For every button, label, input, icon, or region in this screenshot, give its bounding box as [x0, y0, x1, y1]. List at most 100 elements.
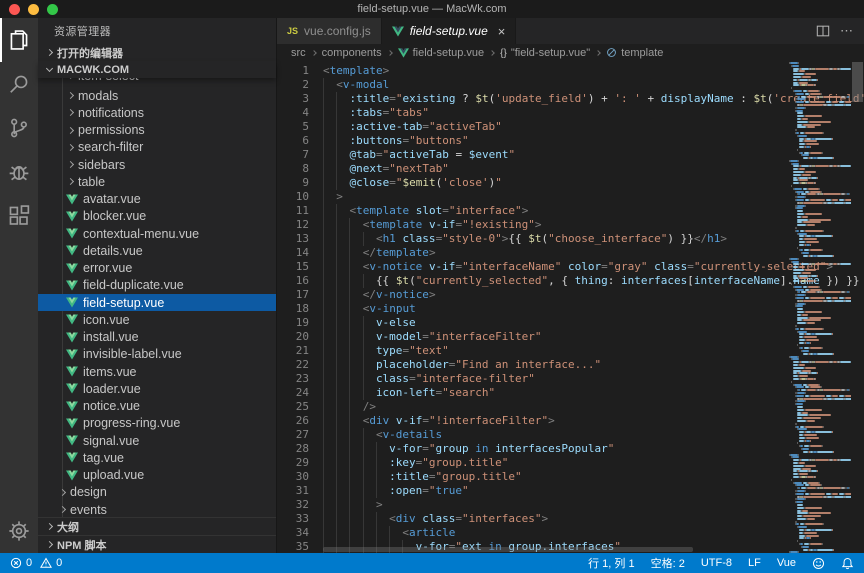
code-line[interactable]: v-model="interfaceFilter" — [323, 330, 864, 344]
code-line[interactable]: :buttons="buttons" — [323, 134, 864, 148]
code-line[interactable]: v-else — [323, 316, 864, 330]
code-line[interactable]: type="text" — [323, 344, 864, 358]
code-line[interactable]: <h1 class="style-0">{{ $t("choose_interf… — [323, 232, 864, 246]
tree-item-error-vue[interactable]: error.vue — [38, 260, 276, 277]
tab-label: field-setup.vue — [410, 24, 488, 38]
outline-section[interactable]: 大纲 — [38, 517, 276, 535]
tree-item-progress-ring-vue[interactable]: progress-ring.vue — [38, 415, 276, 432]
explorer-icon[interactable] — [0, 18, 38, 62]
breadcrumb-src[interactable]: src — [291, 47, 306, 59]
language-mode[interactable]: Vue — [777, 557, 796, 569]
zoom-window-button[interactable] — [47, 4, 58, 15]
code-line[interactable]: <template slot="interface"> — [323, 204, 864, 218]
breadcrumb-template[interactable]: template — [621, 47, 663, 59]
tree-item-field-setup-vue[interactable]: field-setup.vue — [38, 294, 276, 311]
code-area[interactable]: <template><v-modal:title="existing ? $t(… — [323, 62, 864, 553]
code-line[interactable]: placeholder="Find an interface..." — [323, 358, 864, 372]
code-line[interactable]: icon-left="search" — [323, 386, 864, 400]
vertical-scrollbar[interactable] — [851, 62, 864, 553]
npm-scripts-section[interactable]: NPM 脚本 — [38, 535, 276, 553]
code-line[interactable]: > — [323, 190, 864, 204]
debug-icon[interactable] — [0, 150, 38, 194]
code-line[interactable]: {{ $t("currently_selected", { thing: int… — [323, 274, 864, 288]
code-line[interactable]: <div v-if="!interfaceFilter"> — [323, 414, 864, 428]
encoding[interactable]: UTF-8 — [701, 557, 732, 569]
code-line[interactable]: /> — [323, 400, 864, 414]
project-section-header[interactable]: MACWK.COM — [38, 61, 276, 78]
indentation[interactable]: 空格: 2 — [651, 555, 685, 571]
tab-field-setup-vue[interactable]: field-setup.vue × — [382, 18, 517, 44]
code-line[interactable]: :open="true" — [323, 484, 864, 498]
source-control-icon[interactable] — [0, 106, 38, 150]
close-window-button[interactable] — [9, 4, 20, 15]
tree-item-table[interactable]: table — [38, 173, 276, 190]
tab-vue-config-js[interactable]: JS vue.config.js — [277, 18, 382, 44]
code-line[interactable]: <v-notice v-if="interfaceName" color="gr… — [323, 260, 864, 274]
breadcrumb-components[interactable]: components — [322, 47, 382, 59]
code-line[interactable]: v-for="group in interfacesPopular" — [323, 442, 864, 456]
tree-item-loader-vue[interactable]: loader.vue — [38, 380, 276, 397]
extensions-icon[interactable] — [0, 194, 38, 238]
eol[interactable]: LF — [748, 557, 761, 569]
tree-item-search-filter[interactable]: search-filter — [38, 139, 276, 156]
code-line[interactable]: @next="nextTab" — [323, 162, 864, 176]
tree-item-signal-vue[interactable]: signal.vue — [38, 432, 276, 449]
code-line[interactable]: <template> — [323, 64, 864, 78]
tree-item-field-duplicate-vue[interactable]: field-duplicate.vue — [38, 277, 276, 294]
vue-file-icon — [66, 297, 78, 308]
minimize-window-button[interactable] — [28, 4, 39, 15]
tree-item-events[interactable]: events — [38, 501, 276, 517]
code-line[interactable]: @close="$emit('close')" — [323, 176, 864, 190]
tree-item-invisible-label-vue[interactable]: invisible-label.vue — [38, 346, 276, 363]
minimap[interactable] — [789, 62, 851, 553]
tree-item-tag-vue[interactable]: tag.vue — [38, 449, 276, 466]
code-line[interactable]: <template v-if="!existing"> — [323, 218, 864, 232]
close-tab-icon[interactable]: × — [498, 25, 506, 38]
tree-item-sidebars[interactable]: sidebars — [38, 156, 276, 173]
breadcrumb-file[interactable]: field-setup.vue — [413, 47, 485, 59]
tree-item-install-vue[interactable]: install.vue — [38, 329, 276, 346]
code-line[interactable]: <v-modal — [323, 78, 864, 92]
tree-item-contextual-menu-vue[interactable]: contextual-menu.vue — [38, 225, 276, 242]
tree-item-label: upload.vue — [83, 468, 144, 482]
tree-item-permissions[interactable]: permissions — [38, 122, 276, 139]
settings-gear-icon[interactable] — [0, 509, 38, 553]
problems-status[interactable]: 0 0 — [10, 557, 62, 569]
tree-item-design[interactable]: design — [38, 484, 276, 501]
notifications-bell-icon[interactable] — [841, 557, 854, 570]
split-editor-icon[interactable] — [816, 24, 830, 38]
tree-item-notifications[interactable]: notifications — [38, 104, 276, 121]
vertical-scrollbar-thumb[interactable] — [852, 62, 863, 102]
cursor-position[interactable]: 行 1, 列 1 — [588, 555, 634, 571]
tree-item-icon-vue[interactable]: icon.vue — [38, 311, 276, 328]
breadcrumb-symbol[interactable]: "field-setup.vue" — [511, 47, 590, 59]
code-line[interactable]: <v-input — [323, 302, 864, 316]
code-line[interactable]: :active-tab="activeTab" — [323, 120, 864, 134]
tree-item-details-vue[interactable]: details.vue — [38, 242, 276, 259]
code-line[interactable]: class="interface-filter" — [323, 372, 864, 386]
code-line[interactable]: :key="group.title" — [323, 456, 864, 470]
code-line[interactable]: <article — [323, 526, 864, 540]
code-line[interactable]: <v-details — [323, 428, 864, 442]
tree-item-item-select[interactable]: item-select — [38, 78, 276, 87]
tree-item-items-vue[interactable]: items.vue — [38, 363, 276, 380]
tree-item-notice-vue[interactable]: notice.vue — [38, 398, 276, 415]
open-editors-section[interactable]: 打开的编辑器 — [38, 44, 276, 61]
code-editor[interactable]: 1234567891011121314151617181920212223242… — [277, 62, 864, 553]
tree-item-upload-vue[interactable]: upload.vue — [38, 467, 276, 484]
feedback-smiley-icon[interactable] — [812, 557, 825, 570]
code-line[interactable]: :tabs="tabs" — [323, 106, 864, 120]
code-line[interactable]: :title="group.title" — [323, 470, 864, 484]
code-line[interactable]: <div class="interfaces"> — [323, 512, 864, 526]
code-line[interactable]: @tab="activeTab = $event" — [323, 148, 864, 162]
code-line[interactable]: > — [323, 498, 864, 512]
tree-item-avatar-vue[interactable]: avatar.vue — [38, 191, 276, 208]
tree-item-modals[interactable]: modals — [38, 87, 276, 104]
search-icon[interactable] — [0, 62, 38, 106]
code-line[interactable]: </v-notice> — [323, 288, 864, 302]
horizontal-scrollbar-thumb[interactable] — [323, 547, 693, 552]
code-line[interactable]: </template> — [323, 246, 864, 260]
more-actions-icon[interactable]: ⋯ — [840, 23, 854, 39]
tree-item-blocker-vue[interactable]: blocker.vue — [38, 208, 276, 225]
code-line[interactable]: :title="existing ? $t('update_field') + … — [323, 92, 864, 106]
